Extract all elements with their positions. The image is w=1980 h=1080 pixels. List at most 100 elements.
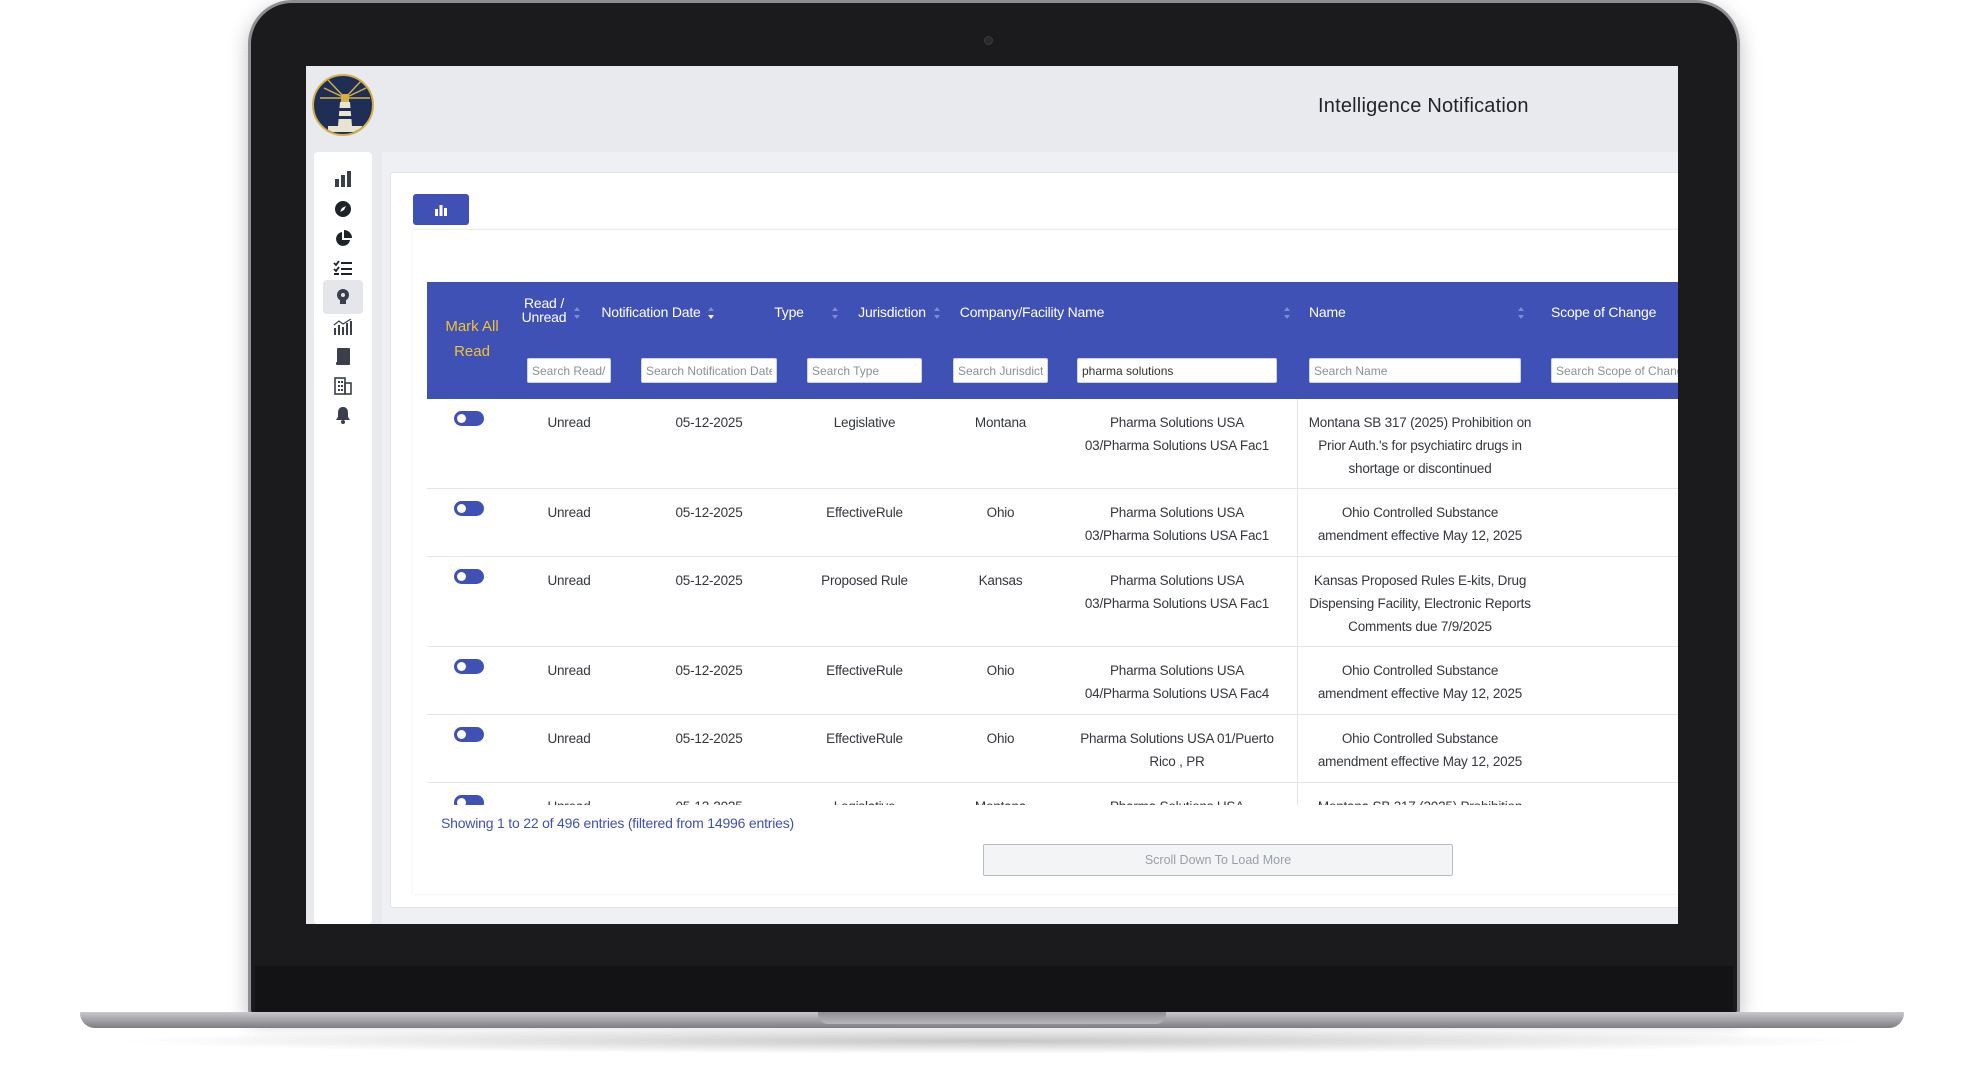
column-header-company-facility[interactable]: Company/Facility Name xyxy=(947,304,1117,320)
toggle-knob xyxy=(457,572,466,581)
chart-view-button[interactable] xyxy=(413,194,469,225)
table-row[interactable]: Unread 05-12-2025 EffectiveRule Ohio Pha… xyxy=(427,715,1678,783)
name-cell: Ohio Controlled Substance amendment effe… xyxy=(1317,505,1523,543)
read-toggle[interactable] xyxy=(454,727,484,742)
lightbulb-icon xyxy=(337,289,349,304)
jurisdiction-cell: Kansas xyxy=(978,573,1023,588)
filter-scope-input[interactable] xyxy=(1551,358,1678,383)
table-body: Unread 05-12-2025 Legislative Montana Ph… xyxy=(427,399,1678,805)
filter-type-input[interactable] xyxy=(807,358,922,383)
name-cell: Ohio Controlled Substance amendment effe… xyxy=(1317,663,1523,701)
table-row[interactable]: Unread 05-12-2025 Legislative Montana Ph… xyxy=(427,783,1678,805)
column-divider xyxy=(1297,715,1298,783)
laptop-chin xyxy=(255,966,1733,1012)
sidebar-item-notifications[interactable] xyxy=(323,398,363,432)
read-toggle[interactable] xyxy=(454,411,484,426)
type-cell: EffectiveRule xyxy=(826,731,903,746)
sidebar-item-explore[interactable] xyxy=(323,192,363,226)
date-cell: 05-12-2025 xyxy=(675,505,743,520)
building-icon xyxy=(334,377,352,395)
sidebar xyxy=(314,152,372,924)
company-cell: Pharma Solutions USA 03/Pharma Solutions… xyxy=(1084,415,1270,453)
checklist-icon xyxy=(333,260,352,275)
column-divider xyxy=(1297,647,1298,715)
status-cell: Unread xyxy=(547,415,591,430)
read-toggle[interactable] xyxy=(454,795,484,805)
date-cell: 05-12-2025 xyxy=(675,415,743,430)
table-info: Showing 1 to 22 of 496 entries (filtered… xyxy=(441,815,794,831)
toggle-knob xyxy=(457,662,466,671)
bar-chart-icon xyxy=(335,171,351,187)
table-row[interactable]: Unread 05-12-2025 Legislative Montana Ph… xyxy=(427,399,1678,489)
pie-chart-icon xyxy=(336,230,352,246)
company-cell: Pharma Solutions USA xyxy=(1077,795,1277,805)
column-header-notification-date[interactable]: Notification Date xyxy=(601,304,701,320)
status-cell: Unread xyxy=(547,663,591,678)
jurisdiction-cell: Ohio xyxy=(986,505,1015,520)
status-cell: Unread xyxy=(547,573,591,588)
filter-read-unread-input[interactable] xyxy=(527,358,611,383)
toggle-knob xyxy=(457,798,466,805)
toggle-knob xyxy=(457,730,466,739)
name-cell: Kansas Proposed Rules E-kits, Drug Dispe… xyxy=(1309,573,1531,634)
date-cell: 05-12-2025 xyxy=(675,663,743,678)
table-row[interactable]: Unread 05-12-2025 EffectiveRule Ohio Pha… xyxy=(427,489,1678,557)
logo[interactable] xyxy=(312,74,374,136)
toggle-knob xyxy=(457,414,466,423)
chart-icon xyxy=(435,204,447,216)
column-divider xyxy=(1297,399,1298,489)
table-row[interactable]: Unread 05-12-2025 Proposed Rule Kansas P… xyxy=(427,557,1678,647)
filter-jurisdiction-input[interactable] xyxy=(953,358,1048,383)
mark-all-read-button[interactable]: Mark All Read xyxy=(435,314,509,364)
filter-name-input[interactable] xyxy=(1309,358,1521,383)
status-cell: Unread xyxy=(547,731,591,746)
company-cell: Pharma Solutions USA 01/Puerto Rico , PR xyxy=(1080,731,1274,769)
analytics-icon xyxy=(333,319,352,335)
status-cell: Unread xyxy=(527,795,611,805)
company-cell: Pharma Solutions USA 03/Pharma Solutions… xyxy=(1084,573,1270,611)
sidebar-item-dashboard[interactable] xyxy=(323,162,363,196)
read-toggle[interactable] xyxy=(454,659,484,674)
toggle-knob xyxy=(457,504,466,513)
name-cell: Ohio Controlled Substance amendment effe… xyxy=(1317,731,1523,769)
type-cell: EffectiveRule xyxy=(826,505,903,520)
column-header-scope-of-change[interactable]: Scope of Change xyxy=(1551,304,1678,320)
sidebar-item-intelligence[interactable] xyxy=(323,280,363,314)
page-title: Intelligence Notification xyxy=(1318,95,1529,117)
read-toggle[interactable] xyxy=(454,569,484,584)
sort-icon[interactable] xyxy=(1517,306,1525,320)
jurisdiction-cell: Ohio xyxy=(986,731,1015,746)
bell-icon xyxy=(336,407,350,424)
company-cell: Pharma Solutions USA 03/Pharma Solutions… xyxy=(1084,505,1270,543)
laptop-notch xyxy=(818,1012,1166,1024)
read-toggle[interactable] xyxy=(454,501,484,516)
sort-icon[interactable] xyxy=(573,306,581,320)
date-cell: 05-12-2025 xyxy=(675,731,743,746)
top-bar: Intelligence Notification xyxy=(306,66,1678,152)
app-screen: Intelligence Notification Mark All Read … xyxy=(306,66,1678,924)
column-divider xyxy=(1297,489,1298,557)
sort-icon[interactable] xyxy=(707,306,715,320)
book-icon xyxy=(336,348,350,365)
sort-icon[interactable] xyxy=(831,306,839,320)
table-row[interactable]: Unread 05-12-2025 EffectiveRule Ohio Pha… xyxy=(427,647,1678,715)
camera-icon xyxy=(984,36,993,45)
sidebar-item-analytics[interactable] xyxy=(323,310,363,344)
sort-icon[interactable] xyxy=(1283,306,1291,320)
type-cell: Proposed Rule xyxy=(821,573,908,588)
jurisdiction-cell: Montana xyxy=(974,415,1027,430)
column-header-name[interactable]: Name xyxy=(1309,304,1369,320)
column-header-type[interactable]: Type xyxy=(739,304,839,320)
laptop-shadow xyxy=(110,1028,1874,1054)
column-header-read-unread[interactable]: Read / Unread xyxy=(509,296,579,324)
laptop-mockup: Intelligence Notification Mark All Read … xyxy=(0,0,1980,1080)
company-cell: Pharma Solutions USA 04/Pharma Solutions… xyxy=(1084,663,1270,701)
load-more-button[interactable]: Scroll Down To Load More xyxy=(983,844,1453,876)
sort-icon[interactable] xyxy=(933,306,941,320)
notifications-panel: Mark All Read Read / Unread Notification… xyxy=(390,172,1678,908)
filter-company-input[interactable] xyxy=(1077,358,1277,383)
column-header-jurisdiction[interactable]: Jurisdiction xyxy=(847,304,937,320)
filter-notification-date-input[interactable] xyxy=(641,358,777,383)
date-cell: 05-12-2025 xyxy=(675,573,743,588)
compass-icon xyxy=(335,201,351,217)
